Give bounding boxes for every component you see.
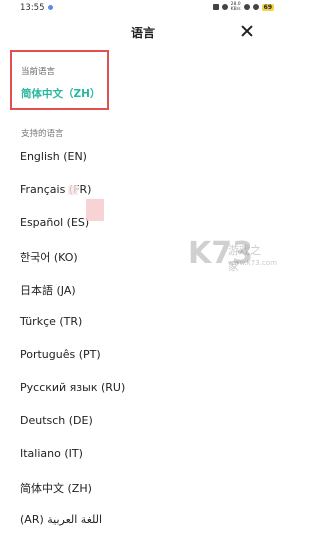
language-item-pt[interactable]: Português (PT)	[20, 348, 101, 361]
signal-icon	[243, 4, 250, 10]
mute-icon	[221, 4, 228, 10]
current-language-highlight	[10, 50, 109, 110]
watermark-url: www.k73.com	[228, 259, 277, 267]
language-item-ar[interactable]: (AR) اللغة العربية	[20, 513, 102, 526]
language-item-de[interactable]: Deutsch (DE)	[20, 414, 93, 427]
alarm-icon	[212, 4, 219, 10]
status-right: 28.0 KB/s 69	[212, 2, 274, 12]
language-item-ko[interactable]: 한국어 (KO)	[20, 249, 78, 265]
language-item-it[interactable]: Italiano (IT)	[20, 447, 83, 460]
language-item-ru[interactable]: Русский язык (RU)	[20, 381, 125, 394]
current-language-value: 简体中文（ZH）	[21, 88, 101, 100]
wifi-icon	[252, 4, 259, 10]
blur-patch	[86, 199, 104, 221]
status-bar: 13:55 28.0 KB/s 69	[0, 0, 286, 16]
supported-languages-label: 支持的语言	[21, 129, 64, 139]
watermark-logo: K73	[188, 236, 253, 271]
language-item-ja[interactable]: 日本語 (JA)	[20, 282, 76, 298]
close-icon[interactable]	[240, 24, 254, 38]
current-language-label: 当前语言	[21, 67, 56, 77]
battery-indicator: 69	[261, 3, 274, 11]
language-item-fr[interactable]: Français (FR)	[20, 183, 91, 196]
status-time: 13:55	[20, 3, 45, 13]
language-item-es[interactable]: Español (ES)	[20, 216, 89, 229]
network-speed: 28.0 KB/s	[231, 2, 241, 12]
watermark-text: 游戏之家	[228, 244, 261, 273]
language-item-en[interactable]: English (EN)	[20, 150, 87, 163]
watermark: K73 游戏之家 www.k73.com	[188, 236, 277, 288]
notification-icon	[48, 5, 53, 10]
network-speed-unit: KB/s	[230, 7, 241, 12]
blur-patch	[68, 185, 78, 195]
language-item-tr[interactable]: Türkçe (TR)	[20, 315, 82, 328]
language-item-zh[interactable]: 简体中文 (ZH)	[20, 480, 92, 496]
